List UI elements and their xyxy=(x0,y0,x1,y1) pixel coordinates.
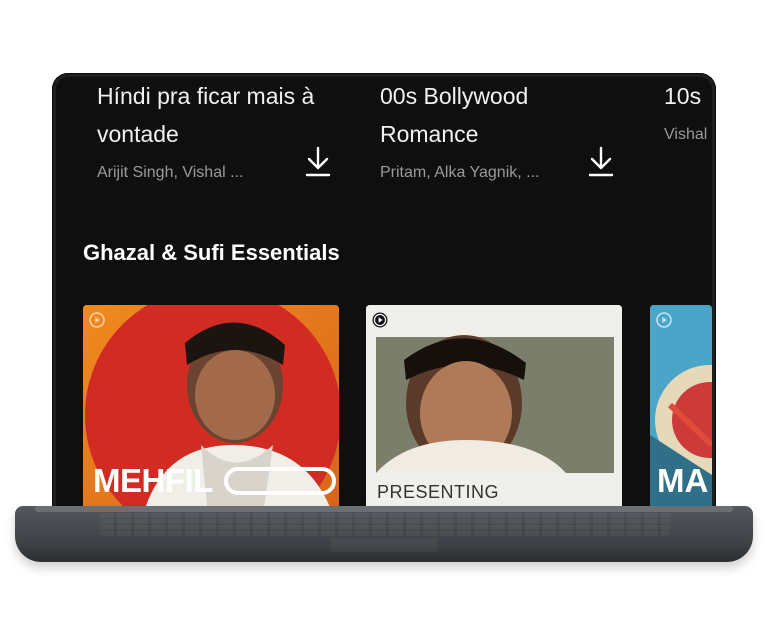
play-badge-icon xyxy=(656,312,672,328)
playlist-cover-ma[interactable]: MA xyxy=(650,305,712,507)
cover-title: MEHFIL xyxy=(93,462,213,499)
playlist-cover-mehfil[interactable]: MEHFIL xyxy=(83,305,339,507)
playlist-artists: Vishal xyxy=(664,126,708,143)
playlist-cover-presenting[interactable]: PRESENTING xyxy=(366,305,622,507)
music-app-screen: Híndi pra ficar mais à vontade Arijit Si… xyxy=(56,77,712,507)
cover-art xyxy=(366,305,622,507)
laptop-trackpad xyxy=(330,538,438,552)
download-icon[interactable] xyxy=(304,145,332,179)
playlist-title: Híndi pra ficar mais à vontade xyxy=(97,83,315,147)
section-title: Ghazal & Sufi Essentials xyxy=(83,240,340,265)
download-icon[interactable] xyxy=(587,145,615,179)
playlist-title: 00s Bollywood Romance xyxy=(380,83,529,147)
cover-title: MA xyxy=(657,462,709,499)
playlist-card-3[interactable]: 10s Vishal xyxy=(664,77,712,144)
playlist-title: 10s xyxy=(664,83,702,109)
laptop-keyboard xyxy=(100,512,670,536)
play-badge-icon xyxy=(89,312,105,328)
play-badge-icon xyxy=(372,312,388,328)
cover-title: PRESENTING xyxy=(377,482,500,502)
cover-pill-shape xyxy=(224,467,336,495)
